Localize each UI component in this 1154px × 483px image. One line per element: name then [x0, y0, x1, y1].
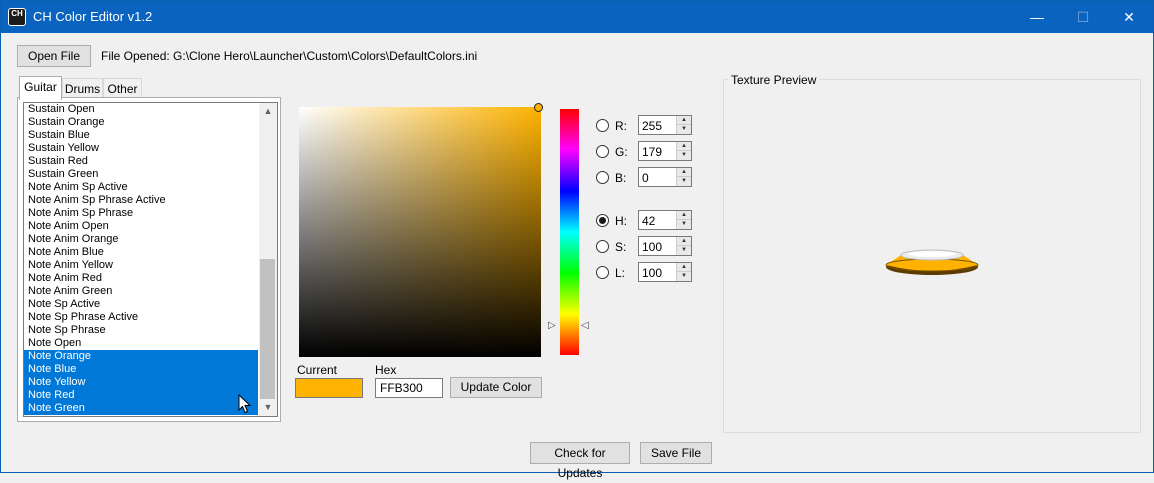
spin-b[interactable]: 0 ▲ ▼	[638, 167, 692, 187]
value-r[interactable]: 255	[642, 119, 662, 133]
hex-label: Hex	[375, 363, 397, 377]
spin-g[interactable]: 179 ▲ ▼	[638, 141, 692, 161]
label-r: R:	[615, 119, 627, 133]
spin-up-icon[interactable]: ▲	[676, 168, 691, 177]
window-title: CH Color Editor v1.2	[33, 9, 153, 24]
spin-down-icon[interactable]: ▼	[676, 220, 691, 229]
current-label: Current	[297, 363, 338, 377]
check-updates-button[interactable]: Check for Updates	[530, 442, 630, 480]
list-item[interactable]: Note Anim Sp Phrase Active	[24, 194, 258, 207]
list-item[interactable]: Note Anim Open	[24, 220, 258, 233]
list-item[interactable]: Note Yellow	[24, 376, 258, 389]
value-h[interactable]: 42	[642, 214, 655, 228]
note-texture-preview-image	[885, 249, 979, 275]
label-s: S:	[615, 240, 627, 254]
saturation-value-handle[interactable]	[534, 103, 543, 112]
value-s[interactable]: 100	[642, 240, 662, 254]
list-item[interactable]: Sustain Blue	[24, 129, 258, 142]
list-item[interactable]: Sustain Red	[24, 155, 258, 168]
hex-input[interactable]: FFB300	[375, 378, 443, 398]
tab-guitar[interactable]: Guitar	[19, 76, 62, 100]
list-item[interactable]: Note Sp Phrase Active	[24, 311, 258, 324]
label-b: B:	[615, 171, 627, 185]
spin-down-icon[interactable]: ▼	[676, 151, 691, 160]
hue-arrow-left-icon[interactable]: ▷	[548, 320, 556, 331]
spin-down-icon[interactable]: ▼	[676, 272, 691, 281]
list-item[interactable]: Note Green	[24, 402, 258, 415]
radio-b[interactable]	[596, 171, 609, 184]
list-item[interactable]: Note Orange	[24, 350, 258, 363]
list-item[interactable]: Sustain Green	[24, 168, 258, 181]
spin-up-icon[interactable]: ▲	[676, 116, 691, 125]
radio-r[interactable]	[596, 119, 609, 132]
spin-s[interactable]: 100 ▲ ▼	[638, 236, 692, 256]
app-logo-icon: CH	[8, 8, 26, 26]
value-b[interactable]: 0	[642, 171, 649, 185]
list-item[interactable]: Note Anim Blue	[24, 246, 258, 259]
file-opened-path: File Opened: G:\Clone Hero\Launcher\Cust…	[101, 49, 478, 63]
list-item[interactable]: Note Blue	[24, 363, 258, 376]
list-scrollbar[interactable]: ▲ ▼	[259, 103, 277, 416]
spin-r[interactable]: 255 ▲ ▼	[638, 115, 692, 135]
list-item[interactable]: Note Sp Active	[24, 298, 258, 311]
list-item[interactable]: Sustain Yellow	[24, 142, 258, 155]
list-item[interactable]: Note Sp Phrase	[24, 324, 258, 337]
hue-slider[interactable]	[560, 109, 579, 355]
scroll-thumb[interactable]	[260, 259, 275, 399]
open-file-button[interactable]: Open File	[17, 45, 91, 67]
current-color-swatch	[295, 378, 363, 398]
list-item[interactable]: Note Anim Orange	[24, 233, 258, 246]
spin-down-icon[interactable]: ▼	[676, 125, 691, 134]
spin-up-icon[interactable]: ▲	[676, 211, 691, 220]
app-window: CH CH Color Editor v1.2 — ☐ ✕ Open File …	[0, 0, 1154, 480]
list-item[interactable]: Sustain Orange	[24, 116, 258, 129]
spin-up-icon[interactable]: ▲	[676, 237, 691, 246]
maximize-button[interactable]: ☐	[1060, 1, 1106, 33]
list-item[interactable]: Note Open	[24, 337, 258, 350]
scroll-down-icon[interactable]: ▼	[259, 399, 277, 416]
saturation-value-picker[interactable]	[299, 107, 541, 357]
hue-arrow-right-icon[interactable]: ◁	[581, 320, 589, 331]
minimize-button[interactable]: —	[1014, 1, 1060, 33]
close-button[interactable]: ✕	[1106, 1, 1152, 33]
radio-h[interactable]	[596, 214, 609, 227]
radio-s[interactable]	[596, 240, 609, 253]
list-item[interactable]: Note Anim Green	[24, 285, 258, 298]
radio-g[interactable]	[596, 145, 609, 158]
radio-l[interactable]	[596, 266, 609, 279]
list-item[interactable]: Note Anim Sp Phrase	[24, 207, 258, 220]
scroll-up-icon[interactable]: ▲	[259, 103, 277, 120]
label-l: L:	[615, 266, 626, 280]
spin-h[interactable]: 42 ▲ ▼	[638, 210, 692, 230]
save-file-button[interactable]: Save File	[640, 442, 712, 464]
texture-preview-title: Texture Preview	[728, 73, 820, 87]
list-item[interactable]: Note Anim Sp Active	[24, 181, 258, 194]
value-l[interactable]: 100	[642, 266, 662, 280]
label-g: G:	[615, 145, 628, 159]
list-item[interactable]: Sustain Open	[24, 103, 258, 116]
list-item[interactable]: Note Anim Yellow	[24, 259, 258, 272]
spin-up-icon[interactable]: ▲	[676, 142, 691, 151]
color-element-list[interactable]: Sustain Open Sustain Orange Sustain Blue Su…	[23, 102, 278, 417]
update-color-button[interactable]: Update Color	[450, 377, 542, 398]
list-item[interactable]: Note Red	[24, 389, 258, 402]
spin-up-icon[interactable]: ▲	[676, 263, 691, 272]
mouse-cursor-icon	[238, 394, 252, 414]
value-g[interactable]: 179	[642, 145, 662, 159]
title-bar[interactable]: CH CH Color Editor v1.2 — ☐ ✕	[1, 1, 1153, 33]
spin-down-icon[interactable]: ▼	[676, 246, 691, 255]
spin-down-icon[interactable]: ▼	[676, 177, 691, 186]
label-h: H:	[615, 214, 627, 228]
list-item[interactable]: Note Anim Red	[24, 272, 258, 285]
spin-l[interactable]: 100 ▲ ▼	[638, 262, 692, 282]
